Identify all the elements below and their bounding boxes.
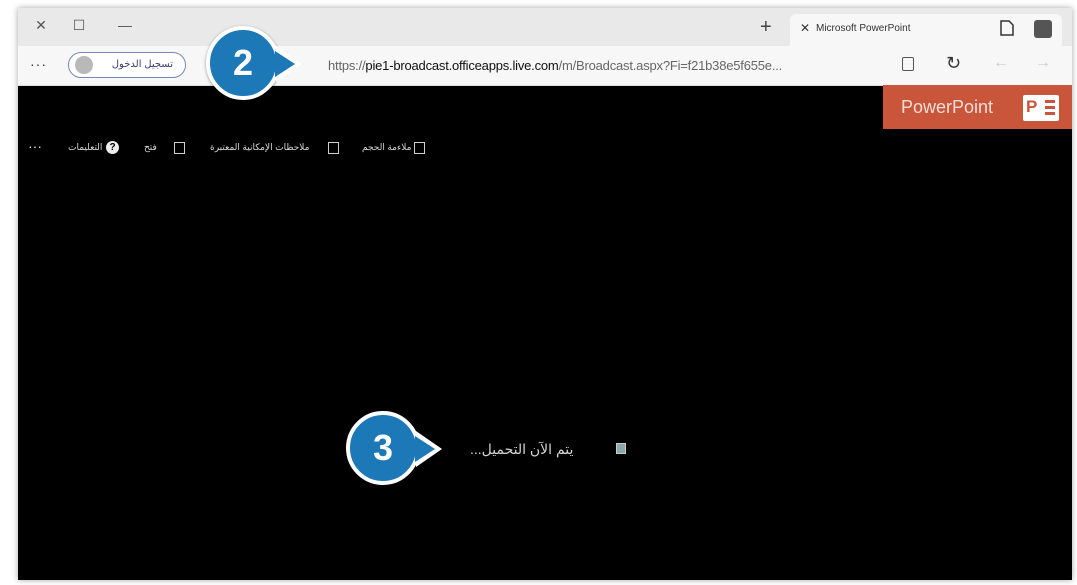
more-options-icon[interactable]: ··· <box>30 56 47 72</box>
accessibility-notes-label[interactable]: ملاحظات الإمكانية المعتبرة <box>210 142 309 153</box>
callout-number: 2 <box>232 42 254 83</box>
powerpoint-brand-bar: PowerPoint P <box>883 85 1072 129</box>
refresh-icon[interactable]: ↻ <box>946 53 961 74</box>
callout-pointer <box>275 46 302 82</box>
url-field[interactable]: https://pie1-broadcast.officeapps.live.c… <box>310 50 930 80</box>
maximize-window-button[interactable]: ☐ <box>68 14 90 36</box>
callout-pointer <box>415 431 442 467</box>
lock-icon[interactable] <box>902 57 914 71</box>
broken-image-icon <box>616 443 626 454</box>
close-window-button[interactable]: ✕ <box>30 14 52 36</box>
url-text: https://pie1-broadcast.officeapps.live.c… <box>328 58 783 73</box>
url-host: pie1-broadcast.officeapps.live.com <box>365 58 559 73</box>
loading-text: ...يتم الآن التحميل <box>470 441 574 457</box>
document-icon[interactable] <box>1000 20 1014 36</box>
back-icon[interactable]: ← <box>993 54 1009 72</box>
tab-close-icon[interactable]: ✕ <box>800 21 810 35</box>
powerpoint-logo-icon: P <box>1023 95 1059 121</box>
powerpoint-label: PowerPoint <box>901 97 994 117</box>
title-bar: ✕ ☐ — + ✕ Microsoft PowerPoint <box>18 8 1072 46</box>
sign-in-label: تسجيل الدخول <box>111 59 173 70</box>
help-icon[interactable]: ? <box>106 141 119 154</box>
fit-size-icon[interactable] <box>414 142 425 154</box>
open-icon[interactable] <box>174 142 185 154</box>
address-bar-row: ··· تسجيل الدخول https://pie1-broadcast.… <box>18 46 1072 86</box>
callout-number: 3 <box>372 427 394 468</box>
broadcast-toolbar: ··· التعليمات ? فتح ملاحظات الإمكانية ال… <box>18 136 578 160</box>
forward-icon[interactable]: → <box>1035 54 1051 72</box>
browser-tab[interactable]: ✕ Microsoft PowerPoint <box>790 14 1062 46</box>
avatar <box>75 56 93 74</box>
open-label[interactable]: فتح <box>144 142 157 153</box>
new-tab-button[interactable]: + <box>760 17 772 37</box>
fit-size-label[interactable]: ملاءمة الحجم <box>362 142 411 153</box>
callout-badge-3: 3 <box>346 411 420 485</box>
minimize-window-button[interactable]: — <box>114 14 136 36</box>
callout-badge-2: 2 <box>206 26 280 100</box>
help-label[interactable]: التعليمات <box>68 142 102 153</box>
tab-actions-icon[interactable] <box>1034 20 1052 38</box>
browser-window: ✕ ☐ — + ✕ Microsoft PowerPoint ··· تسجيل… <box>18 8 1072 580</box>
tab-title: Microsoft PowerPoint <box>816 23 911 34</box>
toolbar-more-icon[interactable]: ··· <box>28 138 42 154</box>
notes-icon[interactable] <box>328 142 339 154</box>
sign-in-button[interactable]: تسجيل الدخول <box>68 52 186 78</box>
